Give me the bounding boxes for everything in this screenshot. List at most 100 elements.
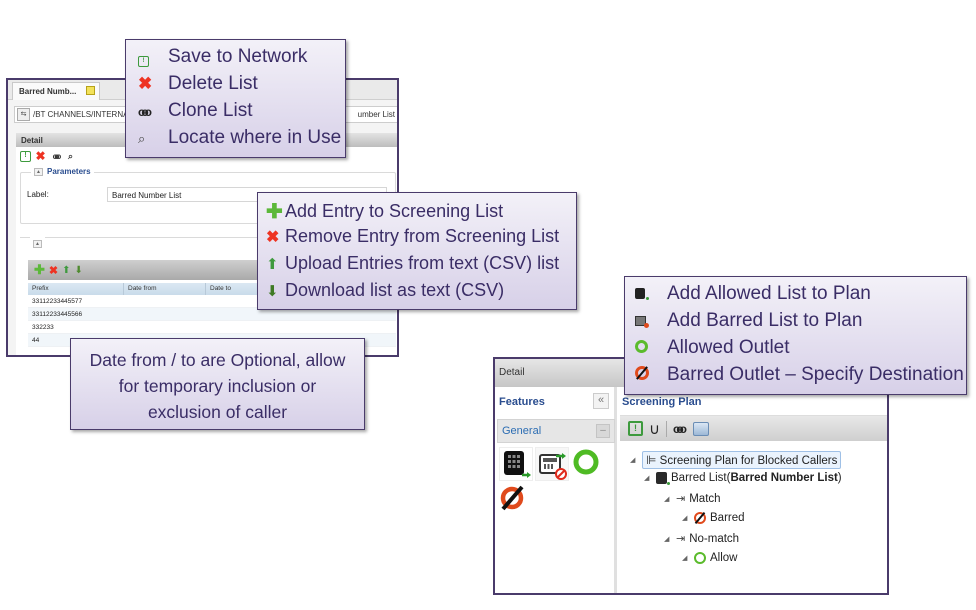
callout-item: ✖ Delete List <box>138 73 258 95</box>
tree-node-nomatch[interactable]: ◢ ⇥ No-match <box>664 532 739 546</box>
callout-item-label: Locate where in Use <box>168 127 342 148</box>
screening-plan-title: Screening Plan <box>622 396 702 408</box>
parameters-legend: ▲ Parameters <box>31 167 94 176</box>
allowed-outlet-icon <box>694 552 706 564</box>
locate-icon: ⌕ <box>138 131 146 146</box>
feature-palette <box>499 447 615 547</box>
barred-outlet-icon <box>635 366 649 380</box>
callout-item: Add Allowed List to Plan <box>635 283 871 305</box>
cup-icon[interactable]: ∪ <box>649 420 660 438</box>
expand-triangle-icon[interactable]: ◢ <box>644 474 652 482</box>
callout-entry-actions: ✚ Add Entry to Screening List ✖ Remove Ent… <box>257 192 577 310</box>
tree-node-allow[interactable]: ◢ Allow <box>682 552 737 564</box>
remove-icon: ✖ <box>266 229 280 246</box>
callout-item-label: Upload Entries from text (CSV) list <box>285 253 560 273</box>
callout-item-label: Save to Network <box>168 46 308 67</box>
clone-icon[interactable]: ooo <box>50 151 62 162</box>
column-prefix[interactable]: Prefix <box>28 283 124 295</box>
callout-item-label: Remove Entry from Screening List <box>285 226 560 246</box>
barred-list-icon <box>635 316 649 328</box>
barred-list-icon <box>539 453 567 480</box>
hierarchy-icon[interactable]: ⇆ <box>17 108 30 121</box>
tree-node-root[interactable]: ◢ ⊫ Screening Plan for Blocked Callers <box>630 451 842 469</box>
toolbar-divider <box>665 420 667 437</box>
general-collapse-button[interactable]: – <box>596 424 610 438</box>
tree-node-barred[interactable]: ◢ Barred <box>682 512 745 524</box>
callout-plan-items: Add Allowed List to Plan Add Barred List… <box>624 276 967 395</box>
callout-item-label: Download list as text (CSV) <box>285 280 505 300</box>
note-line: for temporary inclusion or <box>118 376 317 396</box>
callout-item-label: Add Allowed List to Plan <box>667 283 871 304</box>
callout-item-label: Allowed Outlet <box>667 337 790 358</box>
add-icon: ✚ <box>266 201 283 223</box>
clone-icon: ooo <box>138 105 152 119</box>
callout-item-label: Add Entry to Screening List <box>285 201 504 221</box>
general-label: General <box>502 425 542 437</box>
callout-item: ⬆ Upload Entries from text (CSV) list <box>266 253 559 274</box>
callout-item: ⌕ Locate where in Use <box>138 127 341 149</box>
breadcrumb-tail: umber List <box>357 110 395 119</box>
expand-triangle-icon[interactable]: ◢ <box>682 554 690 562</box>
note-line: exclusion of caller <box>147 402 288 422</box>
list-toolbar: ! ✖ ooo ⌕ <box>20 150 76 162</box>
column-date-from[interactable]: Date from <box>124 283 206 295</box>
callout-item-label: Barred Outlet – Specify Destination <box>667 364 964 385</box>
barred-list-tool[interactable] <box>535 447 569 481</box>
callout-item-label: Clone List <box>168 100 253 121</box>
list-icon <box>656 472 670 485</box>
expand-triangle-icon[interactable]: ◢ <box>664 535 672 543</box>
collapse-entries-button[interactable]: ▲ <box>33 240 42 248</box>
add-entry-icon[interactable]: ✚ <box>34 262 45 278</box>
save-network-icon: ! <box>138 56 149 67</box>
breadcrumb-path: /BT CHANNELS/INTERNA <box>33 110 129 119</box>
expand-triangle-icon[interactable]: ◢ <box>664 495 672 503</box>
plan-toolbar: ! ∪ ooo <box>620 415 887 441</box>
tree-root-label: ⊫ Screening Plan for Blocked Callers <box>642 451 842 469</box>
remove-entry-icon[interactable]: ✖ <box>49 264 58 277</box>
tab-barred-number-list[interactable]: Barred Numb... <box>12 82 100 100</box>
general-group-header[interactable]: General – <box>497 419 615 443</box>
tree-list-label: Barred List(Barred Number List) <box>671 472 842 484</box>
parameters-title: Parameters <box>47 167 91 176</box>
plan-tree-icon: ⊫ <box>646 453 657 467</box>
tree-node-barred-list[interactable]: ◢ Barred List(Barred Number List) <box>644 472 842 485</box>
print-icon[interactable] <box>692 421 709 436</box>
tree-node-match[interactable]: ◢ ⇥ Match <box>664 492 721 506</box>
callout-item: ! Save to Network <box>138 46 307 68</box>
collapse-panel-button[interactable]: « <box>593 393 609 409</box>
expand-triangle-icon[interactable]: ◢ <box>630 456 638 464</box>
tree-root-text: Screening Plan for Blocked Callers <box>659 455 838 467</box>
table-row[interactable]: 332233 <box>28 321 396 334</box>
allowed-list-icon <box>504 451 531 478</box>
features-panel: Features « General – <box>495 387 617 593</box>
locate-icon[interactable]: ⌕ <box>65 151 76 162</box>
tree-barred-label: Barred <box>710 512 745 524</box>
label-caption: Label: <box>27 190 49 199</box>
tree-match-label: Match <box>689 492 721 505</box>
save-icon[interactable]: ! <box>20 151 31 162</box>
clone-icon[interactable]: ooo <box>673 422 687 436</box>
upload-icon: ⬆ <box>266 256 279 273</box>
allowed-outlet-tool[interactable] <box>573 449 607 483</box>
allowed-outlet-icon <box>573 449 599 475</box>
delete-icon: ✖ <box>138 74 153 93</box>
barred-outlet-tool[interactable] <box>499 483 533 517</box>
callout-list-actions: ! Save to Network ✖ Delete List ooo Clone L… <box>125 39 346 158</box>
tab-label: Barred Numb... <box>19 87 77 96</box>
collapse-parameters-button[interactable]: ▲ <box>34 167 43 176</box>
allowed-list-tool[interactable] <box>499 447 533 481</box>
callout-item: ooo Clone List <box>138 100 253 122</box>
features-title: Features <box>499 396 545 408</box>
callout-item: ✚ Add Entry to Screening List <box>266 199 503 224</box>
tab-close-icon[interactable] <box>86 86 95 95</box>
save-icon[interactable]: ! <box>628 421 643 436</box>
note-line: Date from / to are Optional, allow <box>89 350 346 370</box>
upload-icon[interactable]: ⬆ <box>62 265 70 276</box>
screening-plan-panel: Screening Plan ! ∪ ooo ◢ ⊫ Screening Pla… <box>620 387 887 593</box>
delete-icon[interactable]: ✖ <box>35 150 46 162</box>
expand-triangle-icon[interactable]: ◢ <box>682 514 690 522</box>
download-icon[interactable]: ⬇ <box>75 265 83 276</box>
callout-item: Add Barred List to Plan <box>635 310 862 332</box>
exit-icon: ⇥ <box>676 533 686 545</box>
tree-allow-label: Allow <box>710 552 738 564</box>
